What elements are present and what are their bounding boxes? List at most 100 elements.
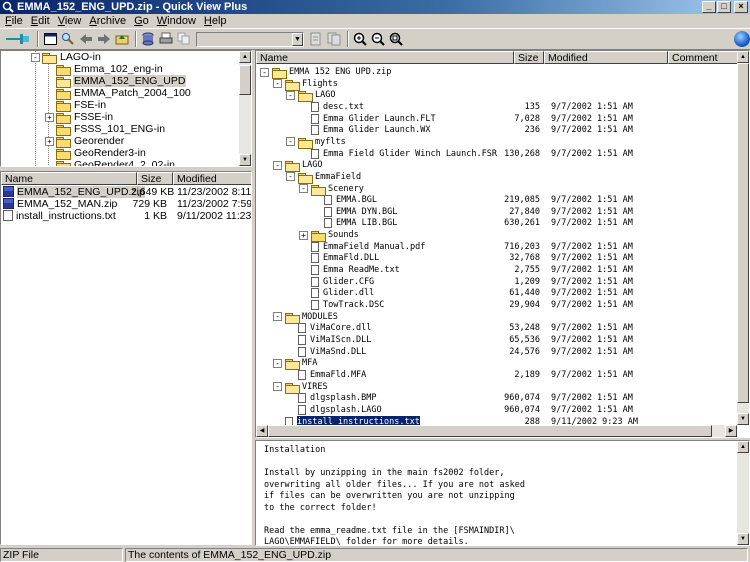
archive-file-row[interactable]: Emma Glider Launch.WX 236 9/7/2002 1:51 AM [256, 124, 736, 136]
archive-horizontal-scrollbar[interactable]: ◀ ▶ [256, 425, 737, 437]
scroll-up-icon[interactable]: ▲ [239, 51, 251, 63]
scroll-up-icon[interactable]: ▲ [737, 441, 749, 453]
scroll-down-icon[interactable]: ▼ [239, 154, 251, 166]
collapse-icon[interactable]: - [273, 382, 282, 392]
back-button[interactable] [78, 31, 94, 47]
collapse-icon[interactable]: - [299, 184, 308, 193]
archive-file-row[interactable]: dlgsplash.LAGO 960,074 9/7/2002 1:51 AM [256, 404, 736, 416]
collapse-icon[interactable]: - [273, 312, 282, 322]
archive-file-row[interactable]: EmmaField Manual.pdf 716,203 9/7/2002 1:51… [256, 241, 736, 253]
zoom-fit-button[interactable] [388, 31, 404, 47]
archive-folder-row[interactable]: - EMMA 152 ENG UPD.zip [256, 66, 736, 79]
maximize-button[interactable]: □ [717, 1, 731, 13]
column-header-size[interactable]: Size [137, 172, 173, 185]
archive-file-row[interactable]: ViMaSnd.DLL 24,576 9/7/2002 1:51 AM [256, 346, 736, 358]
archive-file-row[interactable]: Emma Field Glider Winch Launch.FSR 130,26… [256, 148, 736, 160]
scroll-up-icon[interactable]: ▲ [737, 51, 749, 63]
column-header-modified[interactable]: Modified [544, 51, 668, 64]
scroll-right-icon[interactable]: ▶ [725, 425, 737, 437]
archive-file-row[interactable]: EMMA LIB.BGL 630,261 9/7/2002 1:51 AM [256, 217, 736, 229]
archive-file-row[interactable]: Emma ReadMe.txt 2,755 9/7/2002 1:51 AM [256, 264, 736, 276]
minimize-button[interactable]: _ [702, 1, 716, 13]
expand-icon[interactable]: + [299, 230, 308, 240]
column-header-size[interactable]: Size [514, 51, 544, 64]
location-combo[interactable]: ▼ [196, 31, 304, 47]
archive-folder-row[interactable]: - EmmaField [256, 171, 736, 184]
menu-archive[interactable]: Archive [86, 14, 131, 28]
extract-all-button[interactable] [326, 31, 342, 47]
archive-folder-row[interactable]: - VIRES [256, 381, 736, 394]
collapse-icon[interactable]: - [31, 52, 40, 62]
tree-item-georender[interactable]: + Georender [45, 135, 125, 148]
archive-file-row[interactable]: desc.txt 135 9/7/2002 1:51 AM [256, 101, 736, 113]
extract-button[interactable] [308, 31, 324, 47]
expand-icon[interactable]: + [45, 112, 54, 122]
scroll-down-icon[interactable]: ▼ [737, 413, 749, 425]
archive-folder-row[interactable]: - myflts [256, 136, 736, 149]
tree-item-fsss[interactable]: FSSS_101_ENG-in [56, 123, 166, 136]
database-button[interactable] [140, 31, 156, 47]
column-header-name[interactable]: Name [1, 172, 137, 185]
column-header-name[interactable]: Name [256, 51, 514, 64]
file-row[interactable]: install_instructions.txt 1 KB 9/11/2002 … [3, 209, 251, 222]
zoom-in-button[interactable] [352, 31, 368, 47]
scroll-down-icon[interactable]: ▼ [737, 533, 749, 545]
collapse-icon[interactable]: - [286, 172, 295, 182]
archive-folder-row[interactable]: - LAGO [256, 89, 736, 103]
menu-edit[interactable]: Edit [28, 14, 55, 28]
up-folder-button[interactable] [114, 31, 130, 47]
archive-vertical-scrollbar[interactable]: ▲ ▼ [737, 51, 749, 425]
collapse-icon[interactable]: - [273, 358, 282, 368]
archive-file-row[interactable]: ViMaIScn.DLL 65,536 9/7/2002 1:51 AM [256, 334, 736, 346]
pin-button[interactable] [4, 31, 32, 47]
archive-file-row[interactable]: ViMaCore.dll 53,248 9/7/2002 1:51 AM [256, 322, 736, 334]
archive-file-row[interactable]: dlgsplash.BMP 960,074 9/7/2002 1:51 AM [256, 392, 736, 404]
print-button[interactable] [158, 31, 174, 47]
tree-item-lago-in[interactable]: - LAGO-in [31, 51, 102, 64]
file-row[interactable]: EMMA_152_ENG_UPD.zip 2,649 KB 11/23/2002… [3, 185, 251, 198]
expand-icon[interactable]: + [45, 136, 54, 146]
menu-go[interactable]: Go [131, 14, 154, 28]
archive-folder-row[interactable]: - Scenery [256, 183, 736, 196]
tree-item-emma-152[interactable]: EMMA_152_ENG_UPD [56, 75, 187, 88]
archive-folder-row[interactable]: + Sounds [256, 229, 736, 243]
collapse-icon[interactable]: - [273, 160, 282, 170]
tree-item-emma-102[interactable]: Emma_102_eng-in [56, 63, 164, 76]
archive-folder-row[interactable]: - MFA [256, 357, 736, 371]
column-header-comment[interactable]: Comment [668, 51, 739, 64]
archive-file-row[interactable]: Glider.dll 61,440 9/7/2002 1:51 AM [256, 287, 736, 299]
copy-button[interactable] [176, 31, 192, 47]
collapse-icon[interactable]: - [273, 79, 282, 89]
preview-scrollbar[interactable]: ▲ ▼ [737, 441, 749, 545]
find-button[interactable] [60, 31, 76, 47]
tree-item-fsse[interactable]: + FSSE-in [45, 111, 114, 124]
collapse-icon[interactable]: - [286, 137, 295, 147]
preview-panel[interactable]: Installation Install by unzipping in the… [255, 440, 750, 546]
tree-item-emma-patch[interactable]: EMMA_Patch_2004_100 [56, 87, 192, 100]
chevron-down-icon[interactable]: ▼ [292, 32, 303, 46]
close-button[interactable]: × [734, 1, 748, 13]
zoom-out-button[interactable] [370, 31, 386, 47]
archive-file-row[interactable]: EMMA.BGL 219,085 9/7/2002 1:51 AM [256, 194, 736, 206]
scroll-thumb[interactable] [268, 425, 712, 437]
archive-contents-panel[interactable]: Name Size Modified Comment - EMMA 152 ENG… [255, 50, 750, 438]
archive-folder-row[interactable]: - MODULES [256, 311, 736, 324]
tree-item-fse[interactable]: FSE-in [56, 99, 107, 112]
menu-window[interactable]: Window [154, 14, 201, 28]
collapse-icon[interactable]: - [286, 90, 295, 100]
scroll-left-icon[interactable]: ◀ [256, 425, 268, 437]
file-row[interactable]: EMMA_152_MAN.zip 729 KB 11/23/2002 7:59 … [3, 197, 251, 210]
archive-folder-row[interactable]: - Flights [256, 78, 736, 91]
forward-button[interactable] [96, 31, 112, 47]
archive-folder-row[interactable]: - LAGO [256, 159, 736, 173]
globe-icon[interactable] [734, 31, 750, 47]
menu-help[interactable]: Help [201, 14, 232, 28]
file-list-panel[interactable]: Name Size Modified EMMA_152_ENG_UPD.zip … [0, 171, 252, 545]
menu-view[interactable]: View [55, 14, 87, 28]
tree-item-georender4[interactable]: GeoRender4_2_02-in [56, 159, 176, 166]
tree-scrollbar[interactable]: ▲ ▼ [239, 51, 251, 166]
tree-item-georender3[interactable]: GeoRender3-in [56, 147, 147, 160]
archive-file-row[interactable]: EmmaFld.DLL 32,768 9/7/2002 1:51 AM [256, 252, 736, 264]
collapse-icon[interactable]: - [260, 67, 269, 77]
archive-file-row[interactable]: Emma Glider Launch.FLT 7,028 9/7/2002 1:51… [256, 113, 736, 125]
